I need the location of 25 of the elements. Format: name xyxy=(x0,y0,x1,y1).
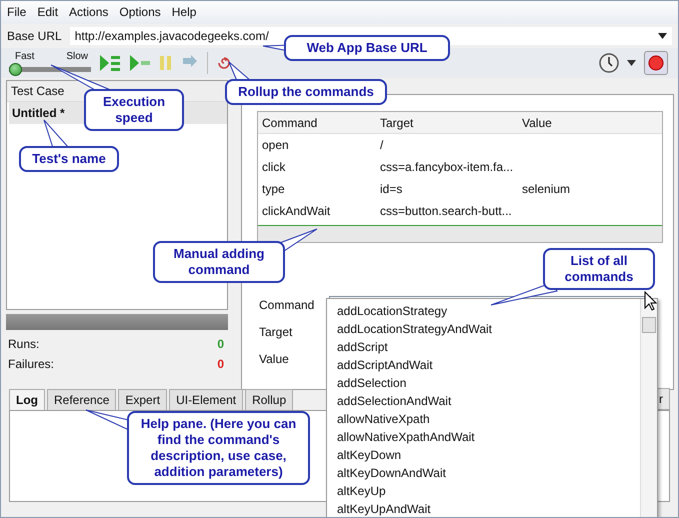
table-cell-text: css=a.fancybox-item.fa... xyxy=(379,160,514,174)
counter-value: 0 xyxy=(217,357,224,371)
callout: Manual adding command xyxy=(153,241,285,283)
field-label: Command xyxy=(258,298,316,312)
field-label: Value xyxy=(258,352,290,366)
speed-label: Fast xyxy=(15,50,34,62)
callout: Help pane. (Here you can find the command's description, use case, addition parameters) xyxy=(127,411,310,485)
column-header: Target xyxy=(379,116,414,130)
table-cell-text: css=button.search-butt... xyxy=(379,204,513,218)
table-cell-text: type xyxy=(261,182,286,196)
callout: List of all commands xyxy=(543,248,655,290)
column-header: Command xyxy=(261,116,318,130)
table-cell-text: clickAndWait xyxy=(261,204,332,218)
counter-label: Failures: xyxy=(8,357,54,371)
field-label: Target xyxy=(258,324,294,338)
base-url-label: Base URL xyxy=(7,29,62,43)
table-cell-text: open xyxy=(261,138,290,152)
column-header: Value xyxy=(521,116,553,130)
counter-label: Runs: xyxy=(8,337,40,351)
table-cell-text: selenium xyxy=(521,182,572,196)
table-cell-text: / xyxy=(379,138,384,152)
counter-value: 0 xyxy=(217,337,224,351)
table-cell-text: click xyxy=(261,160,286,174)
speed-label: Slow xyxy=(66,50,88,62)
table-cell-text: id=s xyxy=(379,182,404,196)
